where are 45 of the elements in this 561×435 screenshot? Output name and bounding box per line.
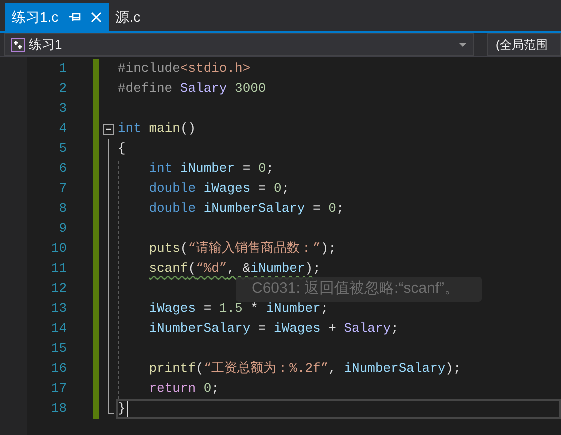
line-number: 16	[51, 360, 67, 378]
code-line: {	[118, 140, 126, 158]
code-line: iWages = 1.5 * iNumber;	[148, 300, 329, 318]
line-number: 7	[59, 180, 67, 198]
scope-dropdown[interactable]: (全局范围	[487, 33, 561, 56]
line-number: 4	[59, 120, 67, 138]
line-number: 9	[59, 220, 67, 238]
code-editor[interactable]	[0, 57, 561, 435]
code-line: int iNumber = 0;	[148, 160, 274, 178]
line-number: 3	[59, 100, 67, 118]
file-tab[interactable]: 练习1.c	[5, 3, 109, 31]
code-line: #define Salary 3000	[118, 80, 266, 98]
line-number: 10	[51, 240, 67, 258]
warning-tooltip: C6031: 返回值被忽略:“scanf”。	[236, 277, 482, 302]
collapse-icon[interactable]	[103, 124, 114, 135]
code-line: puts(“请输入销售商品数：”);	[148, 240, 336, 258]
file-tab[interactable]: 源.c	[108, 3, 148, 31]
caret-icon	[459, 42, 467, 46]
code-line: }	[118, 400, 126, 418]
code-line: int main()	[118, 120, 196, 138]
code-line: scanf(“%d”, &iNumber);	[148, 260, 321, 278]
code-line: double iWages = 0;	[148, 180, 290, 198]
code-line: printf(“工资总额为：%.2f”, iNumberSalary);	[148, 360, 462, 378]
line-number: 2	[59, 80, 67, 98]
code-line: #include<stdio.h>	[118, 60, 251, 78]
pin-icon[interactable]	[68, 12, 81, 22]
line-number: 11	[51, 260, 67, 278]
code-line: iNumberSalary = iWages + Salary;	[148, 320, 399, 338]
close-icon[interactable]	[90, 12, 102, 22]
line-number: 14	[51, 320, 67, 338]
project-dropdown[interactable]: 练习1	[4, 33, 474, 56]
line-number: 17	[51, 380, 67, 398]
line-number: 1	[59, 60, 67, 78]
code-line: double iNumberSalary = 0;	[148, 200, 344, 218]
line-number: 13	[51, 300, 67, 318]
project-icon	[11, 38, 25, 52]
text-cursor	[126, 401, 128, 417]
code-line: return 0;	[148, 380, 220, 398]
line-number: 8	[59, 200, 67, 218]
line-number: 6	[59, 160, 67, 178]
line-number: 5	[59, 140, 67, 158]
line-number: 12	[51, 280, 67, 298]
line-number: 15	[51, 340, 67, 358]
project-name: 练习1	[29, 36, 62, 54]
line-number: 18	[51, 400, 67, 418]
